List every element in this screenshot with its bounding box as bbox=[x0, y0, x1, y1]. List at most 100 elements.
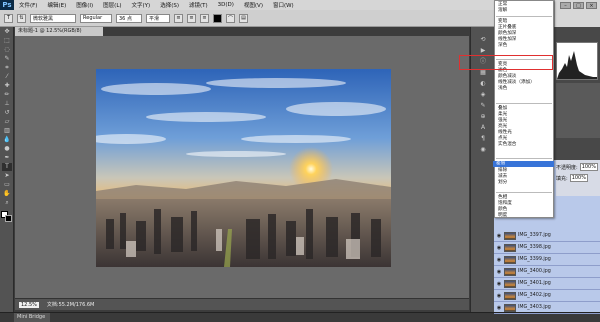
lasso-tool-icon[interactable]: ◌ bbox=[2, 46, 12, 54]
styles-panel-icon[interactable]: ◈ bbox=[476, 90, 490, 99]
menu-layer[interactable]: 图层(L) bbox=[98, 1, 126, 9]
character-panel-icon[interactable]: A bbox=[476, 123, 490, 132]
layer-row[interactable]: ◉ IMG_3403.jpg bbox=[494, 302, 600, 314]
layer-row[interactable]: ◉ IMG_3402.jpg bbox=[494, 290, 600, 302]
align-left-icon[interactable]: ≡ bbox=[174, 13, 183, 23]
blend-option[interactable]: 深色 bbox=[498, 43, 507, 49]
font-style-select[interactable]: Regular bbox=[80, 13, 112, 23]
stamp-tool-icon[interactable]: ⊥ bbox=[2, 100, 12, 108]
visibility-eye-icon[interactable]: ◉ bbox=[494, 245, 504, 251]
fill-field[interactable]: 100% bbox=[569, 174, 588, 182]
adjustments-panel-icon[interactable]: ◐ bbox=[476, 79, 490, 88]
anti-alias-select[interactable]: 平滑 bbox=[146, 13, 170, 23]
text-color-swatch[interactable] bbox=[213, 13, 222, 23]
menu-edit[interactable]: 编辑(E) bbox=[42, 1, 71, 9]
blur-tool-icon[interactable]: 💧 bbox=[2, 136, 12, 144]
background-color-swatch[interactable] bbox=[5, 215, 12, 222]
maximize-icon[interactable]: □ bbox=[573, 2, 584, 9]
menu-type[interactable]: 文字(Y) bbox=[127, 1, 156, 9]
document-info[interactable]: 文档:55.2M/176.6M bbox=[47, 301, 94, 308]
visibility-eye-icon[interactable]: ◉ bbox=[494, 305, 504, 311]
layer-name: IMG_3399.jpg bbox=[518, 257, 551, 262]
annotation-highlight-box bbox=[459, 55, 553, 70]
status-bar: 12.5% 文档:55.2M/176.6M bbox=[15, 298, 469, 310]
hand-tool-icon[interactable]: ✋ bbox=[2, 190, 12, 198]
menu-view[interactable]: 视图(V) bbox=[239, 1, 268, 9]
menu-separator bbox=[496, 192, 552, 193]
marquee-tool-icon[interactable]: ⬚ bbox=[2, 37, 12, 45]
healing-tool-icon[interactable]: ✚ bbox=[2, 82, 12, 90]
align-right-icon[interactable]: ≡ bbox=[200, 13, 209, 23]
zoom-level-field[interactable]: 12.5% bbox=[19, 301, 39, 308]
navigator-panel-icon[interactable]: ◉ bbox=[476, 145, 490, 154]
eraser-tool-icon[interactable]: ▱ bbox=[2, 118, 12, 126]
layer-opacity-controls: 不透明度: 100% 填充: 100% bbox=[556, 160, 600, 196]
dodge-tool-icon[interactable]: ● bbox=[2, 145, 12, 153]
warp-text-icon[interactable]: ⌒ bbox=[226, 13, 235, 23]
orientation-toggle-icon[interactable]: ⇅ bbox=[17, 13, 26, 23]
menu-separator bbox=[496, 103, 552, 104]
fill-label: 填充: bbox=[556, 175, 568, 182]
brush-tool-icon[interactable]: ✏ bbox=[2, 91, 12, 99]
paragraph-panel-icon[interactable]: ¶ bbox=[476, 134, 490, 143]
histogram-graph bbox=[557, 51, 597, 79]
history-brush-icon[interactable]: ↺ bbox=[2, 109, 12, 117]
align-center-icon[interactable]: ≡ bbox=[187, 13, 196, 23]
selected-blend-option[interactable]: 差值 bbox=[493, 161, 554, 167]
clone-source-icon[interactable]: ⊕ bbox=[476, 112, 490, 121]
font-family-select[interactable]: 微软雅黑 bbox=[30, 13, 76, 23]
history-panel-icon[interactable]: ⟲ bbox=[476, 35, 490, 44]
gradient-tool-icon[interactable]: ▥ bbox=[2, 127, 12, 135]
pen-tool-icon[interactable]: ✒ bbox=[2, 154, 12, 162]
menu-separator bbox=[496, 158, 552, 159]
visibility-eye-icon[interactable]: ◉ bbox=[494, 293, 504, 299]
adjustments-panel bbox=[556, 83, 600, 138]
type-tool-icon[interactable]: T bbox=[4, 13, 13, 23]
menu-filter[interactable]: 滤镜(T) bbox=[184, 1, 213, 9]
quick-select-tool-icon[interactable]: ✎ bbox=[2, 55, 12, 63]
blend-option[interactable]: 实色混合 bbox=[498, 142, 516, 148]
layer-row[interactable]: ◉ IMG_3401.jpg bbox=[494, 278, 600, 290]
minimize-icon[interactable]: – bbox=[560, 2, 571, 9]
layer-name: IMG_3397.jpg bbox=[518, 233, 551, 238]
document-tab[interactable]: 未标题-1 @ 12.5%(RGB/8) bbox=[15, 27, 103, 36]
blend-option[interactable]: 划分 bbox=[498, 180, 507, 186]
zoom-tool-icon[interactable]: ⌕ bbox=[2, 199, 12, 207]
close-icon[interactable]: × bbox=[586, 2, 597, 9]
shape-tool-icon[interactable]: ▭ bbox=[2, 181, 12, 189]
character-panel-icon[interactable]: ▤ bbox=[239, 13, 248, 23]
layer-row[interactable]: ◉ IMG_3400.jpg bbox=[494, 266, 600, 278]
brush-panel-icon[interactable]: ✎ bbox=[476, 101, 490, 110]
blend-option[interactable]: 溶解 bbox=[498, 8, 507, 14]
layer-name: IMG_3400.jpg bbox=[518, 269, 551, 274]
opacity-field[interactable]: 100% bbox=[579, 163, 598, 171]
blend-mode-dropdown[interactable]: 正常 溶解 变暗 正片叠底 颜色加深 线性加深 深色 变亮 滤色 颜色减淡 线性… bbox=[494, 0, 554, 218]
actions-panel-icon[interactable]: ▶ bbox=[476, 46, 490, 55]
visibility-eye-icon[interactable]: ◉ bbox=[494, 269, 504, 275]
layer-row[interactable]: ◉ IMG_3397.jpg bbox=[494, 230, 600, 242]
layer-thumbnail bbox=[504, 243, 516, 252]
move-tool-icon[interactable]: ✥ bbox=[2, 28, 12, 36]
blend-option[interactable]: 明度 bbox=[498, 213, 507, 219]
blend-option[interactable]: 浅色 bbox=[498, 86, 507, 92]
menu-3d[interactable]: 3D(D) bbox=[213, 2, 239, 8]
layer-row[interactable]: ◉ IMG_3398.jpg bbox=[494, 242, 600, 254]
menu-image[interactable]: 图像(I) bbox=[71, 1, 98, 9]
sunset-cityscape-photo bbox=[96, 69, 391, 267]
layer-row[interactable]: ◉ IMG_3399.jpg bbox=[494, 254, 600, 266]
photoshop-logo: Ps bbox=[0, 0, 14, 10]
eyedropper-tool-icon[interactable]: ⁄ bbox=[2, 73, 12, 81]
layer-thumbnail bbox=[504, 279, 516, 288]
mini-bridge-tab[interactable]: Mini Bridge bbox=[14, 313, 50, 322]
path-select-icon[interactable]: ➤ bbox=[2, 172, 12, 180]
visibility-eye-icon[interactable]: ◉ bbox=[494, 257, 504, 263]
menu-window[interactable]: 窗口(W) bbox=[268, 1, 299, 9]
crop-tool-icon[interactable]: ⌗ bbox=[2, 64, 12, 72]
menu-select[interactable]: 选择(S) bbox=[155, 1, 184, 9]
font-size-select[interactable]: 36 点 bbox=[116, 13, 142, 23]
visibility-eye-icon[interactable]: ◉ bbox=[494, 233, 504, 239]
type-tool-icon-active[interactable]: T bbox=[2, 163, 12, 171]
document-image[interactable] bbox=[96, 69, 391, 267]
visibility-eye-icon[interactable]: ◉ bbox=[494, 281, 504, 287]
menu-file[interactable]: 文件(F) bbox=[14, 1, 42, 9]
